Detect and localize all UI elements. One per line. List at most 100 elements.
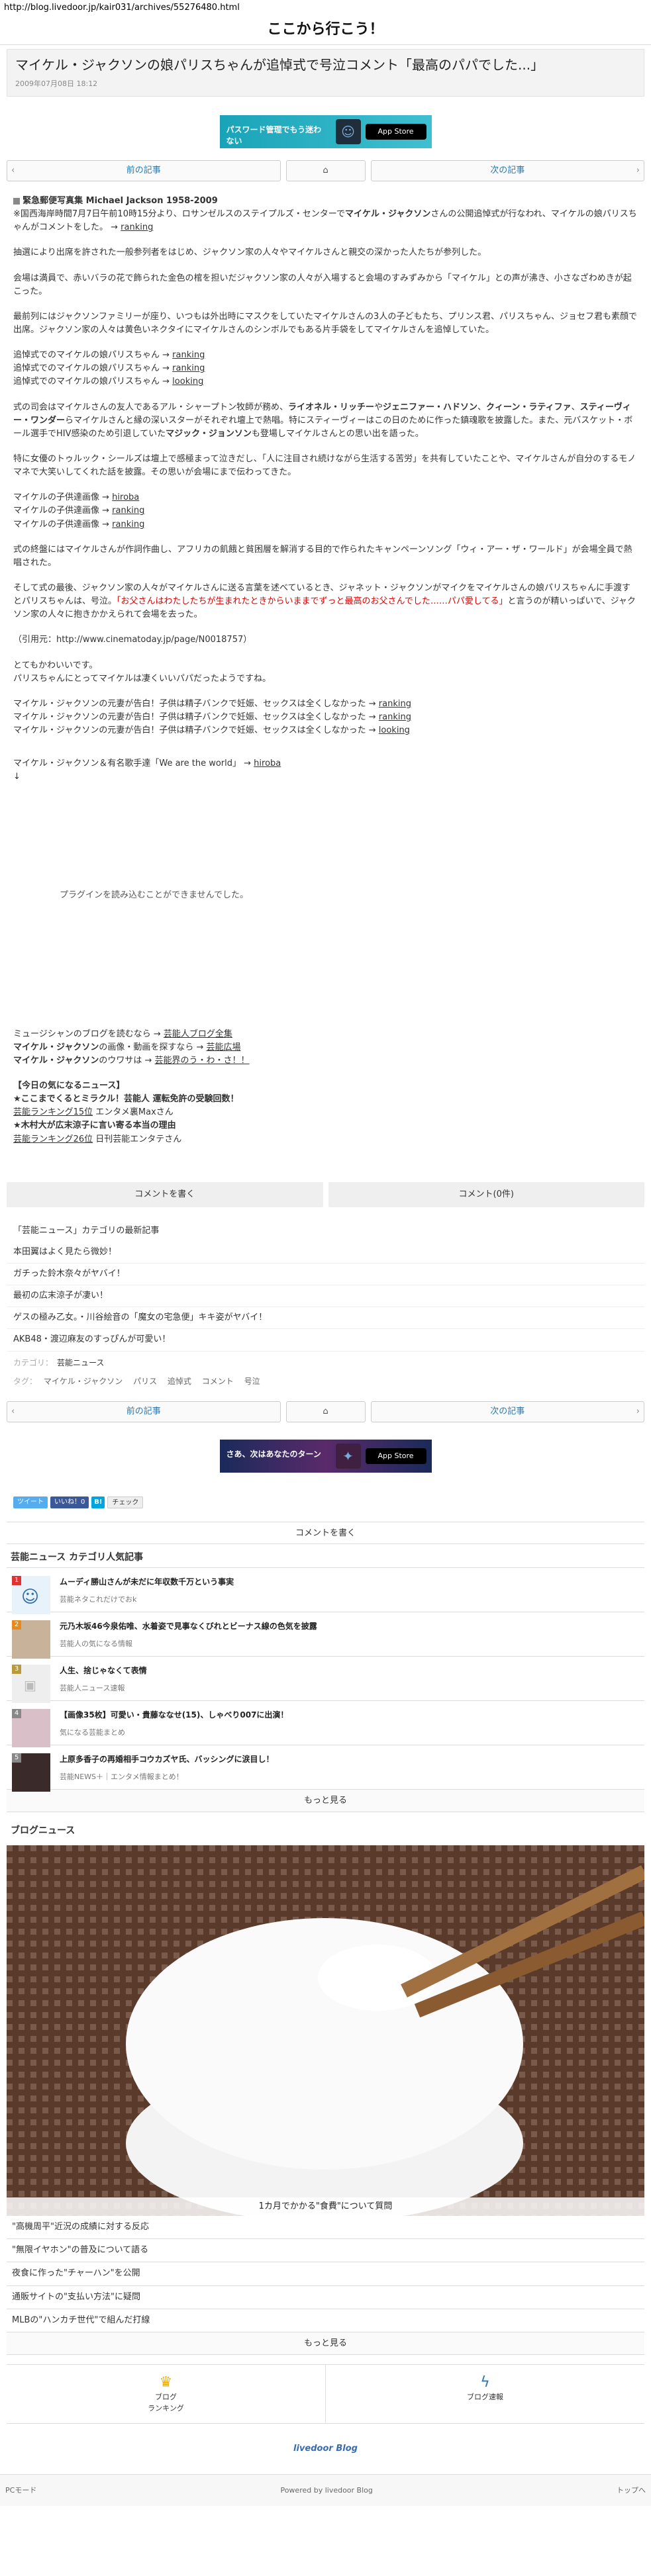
tag-link[interactable]: マイケル・ジャクソン (44, 1377, 123, 1386)
link-label: 追悼式でのマイケルの娘パリスちゃん → (13, 350, 170, 361)
ranking-headline[interactable]: 上原多香子の再婚相手コウカズヤ氏、バッシングに涙目し！ (60, 1753, 639, 1766)
ranking-item[interactable]: 2 元乃木坂46今泉佑唯、水着姿で見事なくびれとビーナス線の色気を披露 芸能人の… (7, 1612, 644, 1659)
lightning-icon: ϟ (480, 2373, 490, 2391)
face-icon: ☺ (21, 1587, 40, 1608)
write-comment-button[interactable]: コメントを書く (7, 1181, 323, 1207)
livedoor-blog-logo[interactable]: livedoor Blog (7, 2424, 644, 2474)
powered-by: Powered by livedoor Blog (280, 2485, 373, 2495)
blog-sokuhou-link[interactable]: ϟ ブログ速報 (326, 2365, 644, 2423)
app-store-badge[interactable]: App Store (365, 124, 426, 140)
category-link[interactable]: 芸能ニュース (57, 1358, 104, 1367)
write-comment-link[interactable]: コメントを書く (7, 1521, 644, 1544)
uwasa-link[interactable]: 芸能界のう・わ・さ！！ (155, 1056, 250, 1066)
app-store-badge[interactable]: App Store (365, 1448, 426, 1464)
ranking-26-link[interactable]: 芸能ランキング26位 (13, 1134, 93, 1144)
list-item[interactable]: "高機周平"近況の成績に対する反応 (7, 2216, 644, 2240)
ranking-item[interactable]: 4 【画像35枚】可愛い・貴藤ななせ(15)、しゃべり007に出演！ 気になる芸… (7, 1701, 644, 1748)
next-article-button[interactable]: 次の記事 › (370, 160, 644, 182)
ranking-15-link[interactable]: 芸能ランキング15位 (13, 1107, 93, 1117)
tag-link[interactable]: コメント (202, 1377, 234, 1386)
list-item[interactable]: 最初の広末涼子が凄い！ (7, 1285, 644, 1308)
list-item[interactable]: "無限イヤホン"の普及について語る (7, 2239, 644, 2263)
mixi-check-button[interactable]: チェック (107, 1496, 144, 1508)
ranking-link[interactable]: ranking (112, 520, 144, 529)
list-item[interactable]: ゲスの極み乙女。・川谷絵音の「魔女の宅急便」キキ姿がヤバイ！ (7, 1307, 644, 1330)
looking-link[interactable]: looking (172, 377, 203, 387)
back-to-top-link[interactable]: トップへ (617, 2485, 646, 2496)
camera-icon: ▣ (24, 1677, 36, 1694)
footer-links: ♛ ブログ ランキング ϟ ブログ速報 (7, 2364, 644, 2424)
ranking-source: 芸能ネタこれだけでおk (60, 1594, 137, 1604)
ranking-more-button[interactable]: もっと見る (7, 1790, 644, 1813)
ad-character-icon: ☺ (335, 119, 361, 145)
looking-link[interactable]: looking (379, 725, 410, 735)
home-icon: ⌂ (323, 1406, 328, 1416)
quote-source: （引用元：http://www.cinematoday.jp/page/N001… (13, 635, 252, 645)
list-item[interactable]: 本田翼はよく見たら微妙！ (7, 1242, 644, 1264)
ranking-headline[interactable]: 【画像35枚】可愛い・貴藤ななせ(15)、しゃべり007に出演！ (60, 1709, 639, 1722)
ad-banner-bottom[interactable]: さあ、次はあなたのターン ✦ App Store (219, 1439, 432, 1473)
ranking-link[interactable]: ranking (112, 506, 144, 516)
home-button[interactable]: ⌂ (285, 1401, 366, 1422)
geinou-blog-link[interactable]: 芸能人ブログ全集 (164, 1029, 232, 1039)
article-nav-top: ‹ 前の記事 ⌂ 次の記事 › (7, 160, 644, 182)
feature-caption[interactable]: 1カ月でかかる"食費"について質問 (7, 2197, 644, 2217)
hiroba-link[interactable]: hiroba (112, 492, 139, 502)
ranking-source: 芸能人ニュース速報 (60, 1683, 125, 1692)
hatena-bookmark-button[interactable]: B! (91, 1496, 105, 1508)
list-item[interactable]: MLBの"ハンカチ世代"で組んだ打線 (7, 2309, 644, 2332)
ranking-headline[interactable]: 元乃木坂46今泉佑唯、水着姿で見事なくびれとビーナス線の色気を披露 (60, 1620, 639, 1633)
chevron-down-icon: ↓ (13, 772, 21, 782)
ranking-link[interactable]: ranking (172, 363, 205, 373)
plugin-message: プラグインを読み込むことができませんでした。 (60, 890, 248, 900)
ad-banner-top[interactable]: パスワード管理でもう迷わない ☺ App Store (219, 115, 432, 149)
list-item[interactable]: AKB48・渡辺麻友のすっぴんが可愛い！ (7, 1329, 644, 1352)
list-item[interactable]: 夜食に作った"チャーハン"を公開 (7, 2262, 644, 2286)
article-title: マイケル・ジャクソンの娘パリスちゃんが追悼式で号泣コメント「最高のパパでした..… (15, 57, 544, 73)
comment-count-button[interactable]: コメント(0件) (328, 1181, 644, 1207)
ranking-link[interactable]: ranking (121, 222, 153, 232)
ranking-item[interactable]: 3 ▣ 人生、捨じゃなくて表情 芸能人ニュース速報 (7, 1657, 644, 1704)
tag-link[interactable]: 追悼式 (168, 1377, 191, 1386)
ranking-item[interactable]: 1 ☺ ムーディ勝山さんが未だに年収数千万という事実 芸能ネタこれだけでおk (7, 1568, 644, 1615)
photo-book-image[interactable] (13, 197, 20, 205)
pc-mode-link[interactable]: PCモード (5, 2485, 36, 2496)
list-item[interactable]: ガチった鈴木奈々がヤバイ！ (7, 1264, 644, 1286)
plugin-placeholder: プラグインを読み込むことができませんでした。 (13, 796, 638, 1028)
body-paragraph: 式の司会はマイケルさんの友人であるアル・シャープトン牧師が務め、ライオネル・リッ… (13, 402, 633, 439)
geinou-hiroba-link[interactable]: 芸能広場 (207, 1042, 241, 1052)
ranking-link[interactable]: ranking (379, 699, 411, 709)
blog-news-more-button[interactable]: もっと見る (7, 2332, 644, 2355)
ad-text: さあ、次はあなたのターン (226, 1449, 321, 1459)
ranking-link[interactable]: ranking (379, 712, 411, 722)
ranking-item[interactable]: 5 上原多香子の再婚相手コウカズヤ氏、バッシングに涙目し！ 芸能NEWS＋｜エン… (7, 1745, 644, 1792)
tag-link[interactable]: 号泣 (244, 1377, 260, 1386)
body-paragraph: 会場は満員で、赤いバラの花で飾られた金色の棺を担いだジャクソン家の人々が入場する… (13, 273, 632, 297)
list-item[interactable]: 通販サイトの"支払い方法"に疑問 (7, 2286, 644, 2309)
ranking-source: 芸能人の気になる情報 (60, 1639, 132, 1648)
link-list: マイケルの子供達画像 → hiroba マイケルの子供達画像 → ranking… (13, 492, 145, 529)
tag-link[interactable]: パリス (133, 1377, 157, 1386)
home-button[interactable]: ⌂ (285, 160, 366, 182)
prev-article-button[interactable]: ‹ 前の記事 (7, 1401, 281, 1422)
ranking-link[interactable]: ranking (172, 350, 205, 360)
ranking-headline[interactable]: ムーディ勝山さんが未だに年収数千万という事実 (60, 1576, 639, 1588)
prev-article-button[interactable]: ‹ 前の記事 (7, 160, 281, 182)
facebook-like-button[interactable]: いいね！0 (50, 1496, 89, 1508)
ranking-headline[interactable]: 人生、捨じゃなくて表情 (60, 1665, 639, 1677)
next-article-button[interactable]: 次の記事 › (370, 1401, 644, 1422)
chevron-left-icon: ‹ (11, 165, 15, 176)
comment-buttons: コメントを書く コメント(0件) (7, 1181, 644, 1207)
blog-title[interactable]: ここから行こう！ (0, 15, 651, 45)
body-text: ※国西海岸時間7月7日午前10時15分より、ロサンゼルスのステイプルズ・センター… (13, 209, 345, 220)
blog-news-feature-image[interactable]: 1カ月でかかる"食費"について質問 (7, 1845, 644, 2217)
hiroba-link[interactable]: hiroba (254, 759, 281, 768)
ranking-source: 気になる芸能まとめ (60, 1727, 125, 1737)
tweet-button[interactable]: ツイート (13, 1496, 48, 1508)
share-bar: ツイート いいね！0 B! チェック (7, 1494, 644, 1511)
body-bold: マイケル・ジャクソン (344, 209, 431, 220)
body-paragraph: そして式の最後、ジャクソン家の人々がマイケルさんに送る言葉を述べているとき、ジャ… (13, 583, 636, 620)
blog-ranking-link[interactable]: ♛ ブログ ランキング (7, 2364, 326, 2423)
ranking-title: 芸能ニュース カテゴリ人気記事 (7, 1544, 644, 1569)
chevron-right-icon: › (636, 165, 640, 176)
